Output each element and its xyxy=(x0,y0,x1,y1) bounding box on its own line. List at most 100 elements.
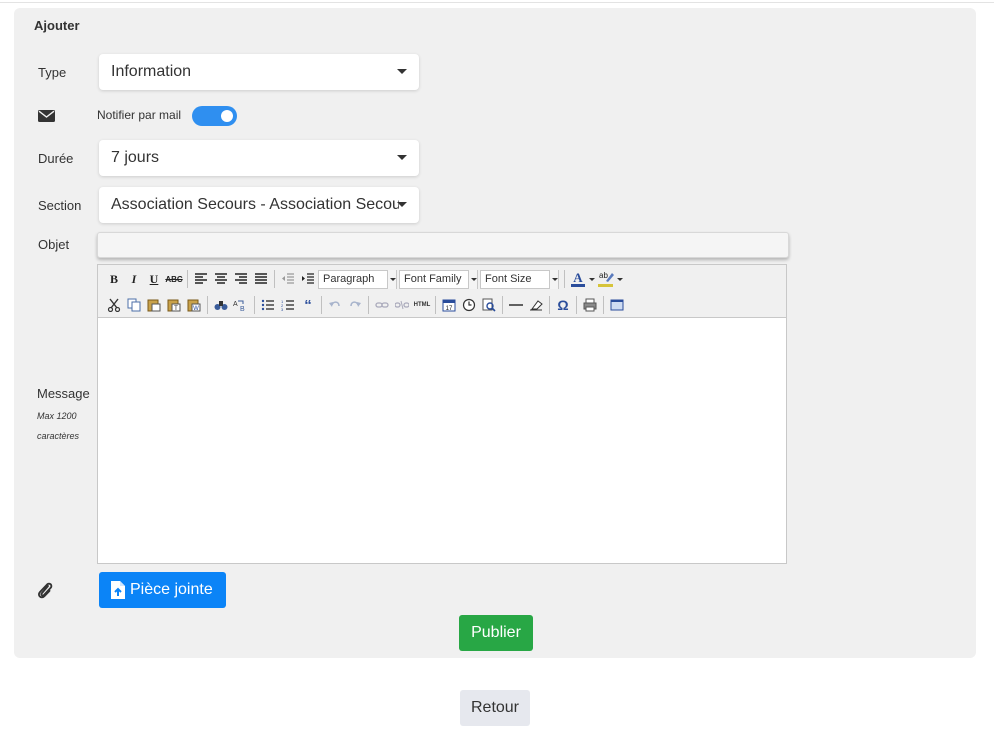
preview-icon xyxy=(482,298,496,312)
editor-toolbar: B I U ABC Paragraph Font Family Font Siz… xyxy=(98,265,786,318)
svg-text:A: A xyxy=(573,270,583,285)
notify-toggle[interactable] xyxy=(192,106,237,126)
paste-text-icon: T xyxy=(167,299,181,312)
html-source-button[interactable]: HTML xyxy=(412,295,432,315)
horizontal-rule-icon xyxy=(509,304,523,306)
unlink-icon xyxy=(395,300,409,310)
chevron-down-icon xyxy=(397,202,407,207)
horizontal-rule-button[interactable] xyxy=(506,295,526,315)
replace-button[interactable]: AB xyxy=(231,295,251,315)
attachment-button-label: Pièce jointe xyxy=(130,581,213,598)
message-hint-line-2: caractères xyxy=(37,431,80,441)
duree-select[interactable]: 7 jours xyxy=(99,140,419,176)
font-size-select-value: Font Size xyxy=(485,272,532,285)
special-char-button[interactable]: Ω xyxy=(553,295,573,315)
text-color-dropdown[interactable] xyxy=(588,269,596,289)
type-label: Type xyxy=(38,65,67,80)
toolbar-separator xyxy=(254,296,255,314)
attachment-button[interactable]: Pièce jointe xyxy=(99,572,226,608)
highlight-color-button[interactable]: ab xyxy=(596,269,616,289)
svg-text:W: W xyxy=(193,306,199,312)
fullscreen-icon xyxy=(610,299,624,311)
link-button[interactable] xyxy=(372,295,392,315)
bold-button[interactable]: B xyxy=(104,269,124,289)
svg-text:17: 17 xyxy=(446,306,453,312)
italic-button[interactable]: I xyxy=(124,269,144,289)
underline-button[interactable]: U xyxy=(144,269,164,289)
toggle-knob xyxy=(221,110,233,122)
type-select[interactable]: Information xyxy=(99,54,419,90)
align-right-button[interactable] xyxy=(231,269,251,289)
bullet-list-button[interactable] xyxy=(258,295,278,315)
font-size-select[interactable]: Font Size xyxy=(480,269,559,289)
outdent-button[interactable] xyxy=(278,269,298,289)
chevron-down-icon xyxy=(397,69,407,74)
printer-icon xyxy=(583,298,597,312)
toolbar-separator xyxy=(549,296,550,314)
unlink-button[interactable] xyxy=(392,295,412,315)
svg-text:A: A xyxy=(233,301,238,308)
binoculars-icon xyxy=(214,301,228,310)
toolbar-separator xyxy=(274,270,275,288)
paste-button[interactable] xyxy=(144,295,164,315)
undo-button[interactable] xyxy=(325,295,345,315)
chevron-down-icon xyxy=(397,155,407,160)
redo-icon xyxy=(350,301,361,307)
redo-button[interactable] xyxy=(345,295,365,315)
toolbar-separator xyxy=(502,296,503,314)
toolbar-separator xyxy=(187,270,188,288)
find-button[interactable] xyxy=(211,295,231,315)
text-color-icon: A xyxy=(571,270,585,287)
strikethrough-button[interactable]: ABC xyxy=(164,269,184,289)
insert-date-button[interactable]: 17 xyxy=(439,295,459,315)
publish-button[interactable]: Publier xyxy=(459,615,533,651)
toolbar-separator xyxy=(576,296,577,314)
align-justify-button[interactable] xyxy=(251,269,271,289)
toolbar-row-1: B I U ABC Paragraph Font Family Font Siz… xyxy=(104,268,624,290)
align-left-button[interactable] xyxy=(191,269,211,289)
eraser-icon xyxy=(530,300,543,311)
copy-button[interactable] xyxy=(124,295,144,315)
fullscreen-button[interactable] xyxy=(607,295,627,315)
indent-button[interactable] xyxy=(298,269,318,289)
blockquote-button[interactable]: “ xyxy=(298,295,318,315)
insert-time-button[interactable] xyxy=(459,295,479,315)
message-hint: Max 1200 caractères xyxy=(37,406,79,446)
numbered-list-button[interactable]: 123 xyxy=(278,295,298,315)
paperclip-icon xyxy=(38,582,53,599)
format-select[interactable]: Paragraph xyxy=(318,269,397,289)
envelope-icon xyxy=(38,110,55,122)
highlight-color-dropdown[interactable] xyxy=(616,269,624,289)
align-center-button[interactable] xyxy=(211,269,231,289)
print-button[interactable] xyxy=(580,295,600,315)
text-color-button[interactable]: A xyxy=(568,269,588,289)
preview-button[interactable] xyxy=(479,295,499,315)
rich-text-editor: B I U ABC Paragraph Font Family Font Siz… xyxy=(97,264,787,564)
calendar-icon: 17 xyxy=(442,299,456,312)
chevron-down-icon xyxy=(468,269,477,289)
add-panel: Ajouter Type Information Notifier par ma… xyxy=(14,8,976,658)
paste-text-button[interactable]: T xyxy=(164,295,184,315)
format-select-value: Paragraph xyxy=(323,272,375,285)
font-family-select[interactable]: Font Family xyxy=(399,269,478,289)
chevron-down-icon xyxy=(387,269,396,289)
back-button[interactable]: Retour xyxy=(460,690,530,726)
toolbar-separator xyxy=(207,296,208,314)
notify-label: Notifier par mail xyxy=(97,108,182,122)
outdent-icon xyxy=(282,273,294,284)
paste-word-button[interactable]: W xyxy=(184,295,204,315)
file-upload-icon xyxy=(111,581,125,599)
remove-format-button[interactable] xyxy=(526,295,546,315)
toolbar-separator xyxy=(368,296,369,314)
undo-icon xyxy=(329,301,340,307)
message-edit-area[interactable] xyxy=(98,319,786,563)
objet-input[interactable] xyxy=(97,232,789,258)
objet-label: Objet xyxy=(38,237,70,252)
section-select[interactable]: Association Secours - Association Secour… xyxy=(99,187,419,223)
copy-icon xyxy=(127,298,141,312)
message-hint-line-1: Max 1200 xyxy=(37,411,77,421)
cut-button[interactable] xyxy=(104,295,124,315)
bullet-list-icon xyxy=(261,299,274,311)
message-label: Message xyxy=(37,386,90,401)
duree-select-value: 7 jours xyxy=(111,149,160,166)
